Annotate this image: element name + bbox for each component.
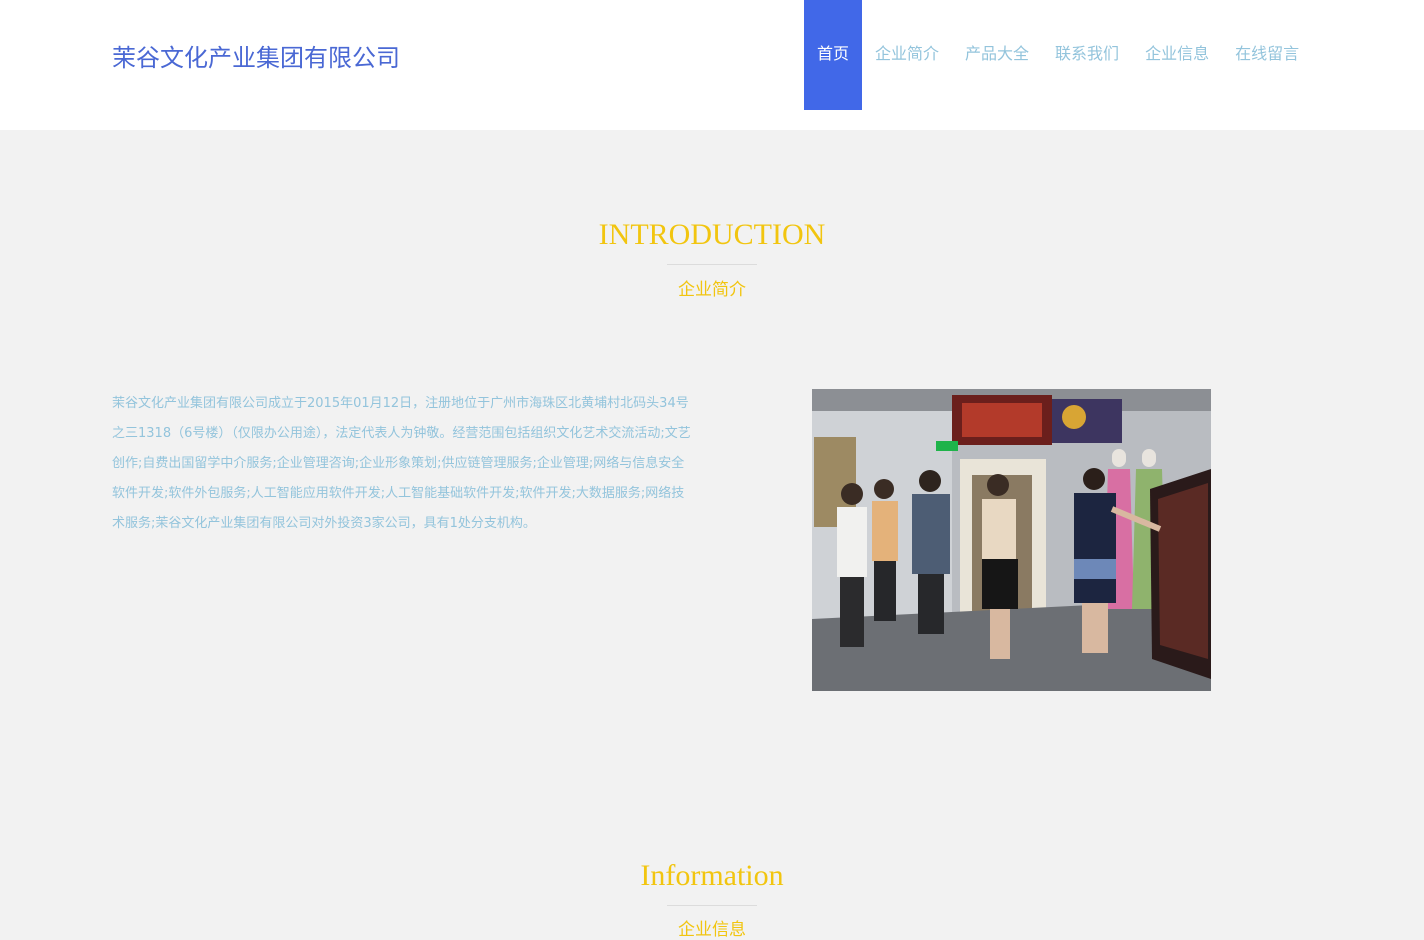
nav-home[interactable]: 首页 [804,0,863,110]
nav-products[interactable]: 产品大全 [952,0,1042,110]
nav-contact[interactable]: 联系我们 [1042,0,1132,110]
info-divider [667,905,757,906]
intro-divider [667,264,757,265]
event-photo-illustration [812,389,1211,691]
nav-message[interactable]: 在线留言 [1222,0,1312,110]
intro-subtitle: 企业简介 [678,280,746,300]
nav-company-intro[interactable]: 企业简介 [862,0,952,110]
company-event-photo [812,389,1211,691]
info-subtitle: 企业信息 [678,920,746,940]
site-logo[interactable]: 茉谷文化产业集团有限公司 [112,38,400,73]
info-title: Information [640,859,784,892]
site-header: 茉谷文化产业集团有限公司 首页 企业简介 产品大全 联系我们 企业信息 在线留言 [0,0,1424,130]
intro-title: INTRODUCTION [598,218,826,251]
nav-company-info[interactable]: 企业信息 [1132,0,1222,110]
intro-paragraph: 茉谷文化产业集团有限公司成立于2015年01月12日，注册地位于广州市海珠区北黄… [112,396,691,531]
main-nav: 首页 企业简介 产品大全 联系我们 企业信息 在线留言 [804,0,1312,110]
